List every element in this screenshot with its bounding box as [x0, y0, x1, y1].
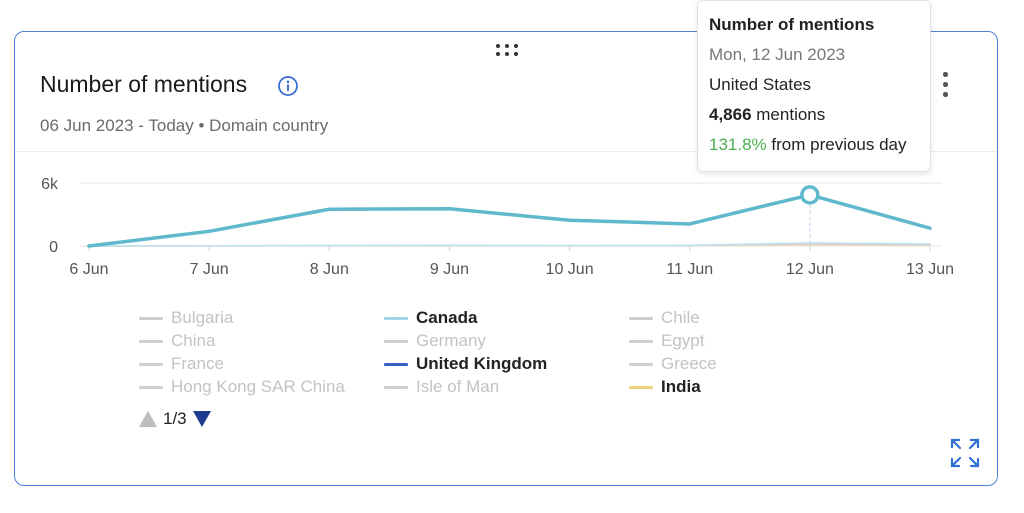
legend-swatch — [384, 339, 408, 343]
legend-swatch — [384, 385, 408, 389]
x-tick-label: 11 Jun — [666, 261, 713, 278]
legend-item[interactable]: France — [139, 353, 224, 375]
pager-up-icon[interactable] — [139, 411, 157, 427]
legend-swatch — [629, 316, 653, 320]
highlight-point — [800, 185, 820, 205]
x-tick-label: 12 Jun — [786, 261, 834, 278]
tooltip-count: 4,866 mentions — [709, 105, 825, 125]
legend-label: Egypt — [661, 331, 705, 350]
x-tick-label: 13 Jun — [906, 261, 954, 278]
tooltip-count-suffix: mentions — [751, 105, 826, 124]
legend-swatch — [629, 362, 653, 366]
legend-item[interactable]: Canada — [384, 307, 477, 329]
legend-label: Greece — [661, 354, 717, 373]
tooltip-date: Mon, 12 Jun 2023 — [709, 45, 846, 64]
y-tick-label: 0 — [49, 239, 58, 256]
x-tick-label: 7 Jun — [190, 261, 229, 278]
x-tick-label: 8 Jun — [310, 261, 349, 278]
legend-item[interactable]: Isle of Man — [384, 376, 499, 398]
legend-swatch — [629, 339, 653, 343]
tooltip-count-value: 4,866 — [709, 105, 752, 124]
legend-label: Germany — [416, 331, 486, 350]
tooltip-change-suffix: from previous day — [766, 135, 907, 154]
x-tick-label: 6 Jun — [69, 261, 108, 278]
legend-label: China — [171, 331, 216, 350]
expand-icon[interactable] — [949, 437, 981, 469]
legend-label: Isle of Man — [416, 377, 500, 396]
legend-swatch — [629, 385, 653, 389]
legend-label: France — [171, 354, 224, 373]
legend-item[interactable]: United Kingdom — [384, 353, 547, 375]
tooltip-change-pct: 131.8% — [709, 135, 767, 154]
legend-item[interactable]: China — [139, 330, 215, 352]
legend-item[interactable]: Chile — [629, 307, 700, 329]
legend-swatch — [139, 339, 163, 343]
legend-item[interactable]: Germany — [384, 330, 486, 352]
legend-item[interactable]: Greece — [629, 353, 717, 375]
legend-swatch — [139, 362, 163, 366]
legend-swatch — [139, 316, 163, 320]
pager-down-icon[interactable] — [192, 411, 211, 427]
legend-item[interactable]: India — [629, 376, 701, 398]
legend-item[interactable]: Hong Kong SAR China — [139, 376, 345, 398]
legend-label: Chile — [661, 308, 700, 327]
legend-label: Canada — [416, 308, 478, 327]
legend-label: Hong Kong SAR China — [171, 377, 345, 396]
legend-label: United Kingdom — [416, 354, 548, 373]
tooltip-country: United States — [709, 75, 812, 94]
legend-label: India — [661, 377, 701, 396]
x-tick-label: 9 Jun — [430, 261, 469, 278]
legend-swatch — [384, 362, 408, 366]
chart-tooltip: Number of mentions Mon, 12 Jun 2023 Unit… — [697, 0, 931, 172]
pager-label: 1/3 — [163, 409, 187, 428]
legend-swatch — [384, 316, 408, 320]
legend-pager: 1/3 — [139, 408, 211, 430]
tooltip-title: Number of mentions — [709, 15, 875, 34]
y-tick-label: 6k — [41, 176, 59, 193]
legend-item[interactable]: Egypt — [629, 330, 704, 352]
tooltip-change: 131.8% from previous day — [709, 135, 907, 155]
legend-swatch — [139, 385, 163, 389]
x-tick-label: 10 Jun — [546, 261, 594, 278]
legend-item[interactable]: Bulgaria — [139, 307, 233, 329]
legend-label: Bulgaria — [171, 308, 234, 327]
